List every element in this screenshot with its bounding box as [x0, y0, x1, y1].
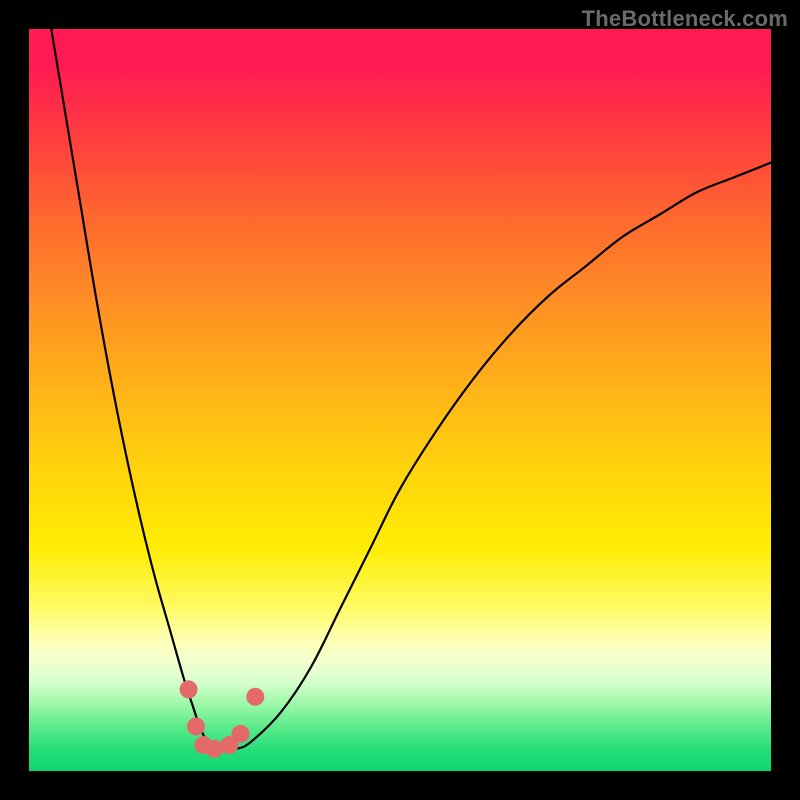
chart-markers: [180, 680, 265, 757]
chart-frame: TheBottleneck.com: [0, 0, 800, 800]
chart-curve: [51, 29, 771, 749]
chart-marker: [187, 717, 205, 735]
chart-overlay: [29, 29, 771, 771]
chart-marker: [246, 688, 264, 706]
chart-marker: [231, 725, 249, 743]
watermark-text: TheBottleneck.com: [582, 6, 788, 32]
chart-marker: [180, 680, 198, 698]
